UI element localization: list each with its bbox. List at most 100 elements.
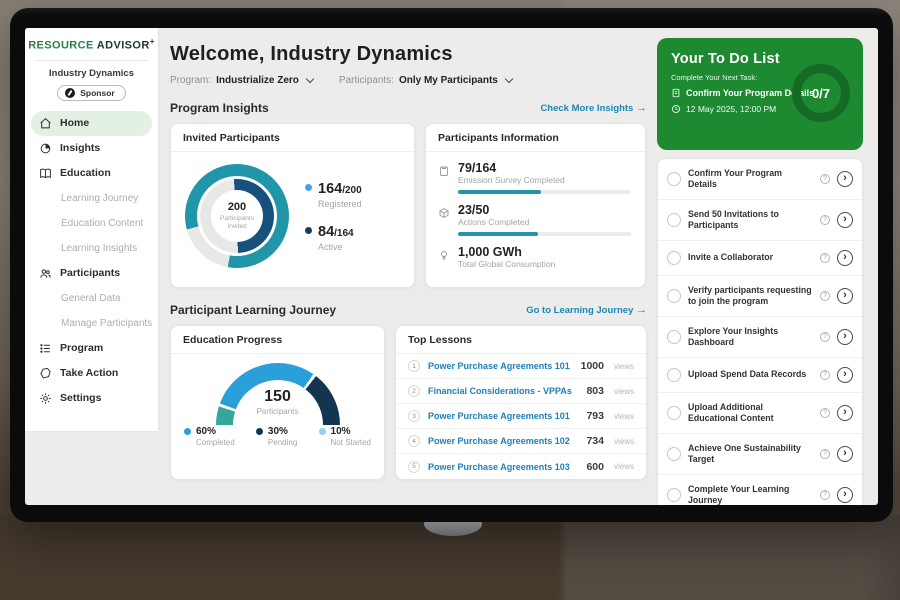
stat-label: Emission Survey Completed — [458, 175, 631, 185]
lesson-link[interactable]: Power Purchase Agreements 101 — [428, 361, 573, 371]
task-chevron-button[interactable] — [837, 171, 853, 187]
help-icon[interactable] — [820, 332, 830, 342]
lesson-link[interactable]: Power Purchase Agreements 101 — [428, 411, 578, 421]
sidebar-item-education[interactable]: Education — [25, 161, 158, 186]
task-row-complete-learning-journey[interactable]: Complete Your Learning Journey — [658, 475, 862, 505]
donut-center: 200 Participants Invited — [211, 190, 263, 242]
help-icon[interactable] — [820, 370, 830, 380]
sidebar-item-label: Home — [60, 117, 89, 129]
go-to-learning-journey-link[interactable]: Go to Learning Journey → — [526, 304, 647, 316]
task-checkbox[interactable] — [667, 289, 681, 303]
sidebar-item-insights[interactable]: Insights — [25, 136, 158, 161]
lesson-row: 2 Financial Considerations - VPPAs 803vi… — [396, 379, 646, 404]
task-chevron-button[interactable] — [837, 329, 853, 345]
sidebar-item-label: Education — [60, 167, 111, 179]
task-chevron-button[interactable] — [837, 288, 853, 304]
task-chevron-button[interactable] — [837, 487, 853, 503]
not-started-legend: 10% Not Started — [319, 426, 371, 447]
help-icon[interactable] — [820, 215, 830, 225]
task-row-explore-insights[interactable]: Explore Your Insights Dashboard — [658, 317, 862, 358]
task-row-invite-collaborator[interactable]: Invite a Collaborator — [658, 241, 862, 276]
task-row-verify-participants[interactable]: Verify participants requesting to join t… — [658, 276, 862, 317]
sidebar-item-label: Settings — [60, 392, 101, 404]
check-more-insights-link[interactable]: Check More Insights → — [540, 102, 647, 114]
stat-value: 79/164 — [458, 161, 631, 175]
task-row-confirm-program[interactable]: Confirm Your Program Details — [658, 159, 862, 200]
views-count: 1000 — [581, 360, 604, 372]
task-checkbox[interactable] — [667, 447, 681, 461]
registered-total: /200 — [342, 185, 361, 196]
sponsor-label: Sponsor — [80, 88, 114, 98]
participants-filter-label: Participants: — [339, 75, 394, 86]
task-checkbox[interactable] — [667, 213, 681, 227]
task-chevron-button[interactable] — [837, 212, 853, 228]
sidebar-item-learning-insights[interactable]: Learning Insights — [25, 236, 158, 261]
help-icon[interactable] — [820, 174, 830, 184]
sidebar-item-home[interactable]: Home — [31, 111, 152, 136]
link-label: Check More Insights — [540, 103, 633, 114]
filters-row: Program: Industrialize Zero Participants… — [170, 75, 647, 86]
sidebar-item-label: Take Action — [60, 367, 118, 379]
gear-icon — [39, 392, 52, 405]
task-chevron-button[interactable] — [837, 405, 853, 421]
help-icon[interactable] — [820, 291, 830, 301]
task-label: Verify participants requesting to join t… — [688, 285, 813, 307]
task-label: Upload Additional Educational Content — [688, 402, 813, 424]
task-checkbox[interactable] — [667, 251, 681, 265]
task-checkbox[interactable] — [667, 330, 681, 344]
task-checkbox[interactable] — [667, 406, 681, 420]
task-chevron-button[interactable] — [837, 367, 853, 383]
card-title: Participants Information — [426, 124, 645, 152]
task-row-send-invitations[interactable]: Send 50 Invitations to Participants — [658, 200, 862, 241]
help-icon[interactable] — [820, 408, 830, 418]
legend-label: Not Started — [331, 438, 371, 447]
task-row-upload-spend-data[interactable]: Upload Spend Data Records — [658, 358, 862, 393]
main-content: Welcome, Industry Dynamics Program: Indu… — [170, 28, 647, 480]
progress-track — [458, 232, 631, 236]
sidebar-item-learning-journey[interactable]: Learning Journey — [25, 186, 158, 211]
help-icon[interactable] — [820, 253, 830, 263]
sidebar-item-program[interactable]: Program — [25, 336, 158, 361]
active-legend: 84/164 Active — [305, 223, 362, 252]
sidebar-item-manage-participants[interactable]: Manage Participants — [25, 311, 158, 336]
program-filter[interactable]: Program: Industrialize Zero — [170, 75, 313, 86]
views-suffix: views — [614, 387, 634, 396]
legend-pct: 10% — [331, 426, 371, 437]
active-label: Active — [318, 242, 362, 252]
task-chevron-button[interactable] — [837, 446, 853, 462]
completed-legend: 60% Completed — [184, 426, 235, 447]
lesson-link[interactable]: Power Purchase Agreements 102 — [428, 436, 578, 446]
sidebar-item-education-content[interactable]: Education Content — [25, 211, 158, 236]
task-label: Complete Your Learning Journey — [688, 484, 813, 505]
sidebar-item-general-data[interactable]: General Data — [25, 286, 158, 311]
help-icon[interactable] — [820, 449, 830, 459]
sidebar-item-label: Participants — [60, 267, 120, 279]
rank-badge: 3 — [408, 410, 420, 422]
views-suffix: views — [614, 362, 634, 371]
sidebar-item-take-action[interactable]: Take Action — [25, 361, 158, 386]
lesson-link[interactable]: Power Purchase Agreements 103 — [428, 462, 578, 472]
sidebar-item-label: Manage Participants — [61, 318, 152, 329]
arrow-right-icon: → — [636, 304, 647, 316]
progress-fill — [458, 232, 538, 236]
task-checkbox[interactable] — [667, 488, 681, 502]
registered-dot — [305, 184, 312, 191]
task-row-upload-educational-content[interactable]: Upload Additional Educational Content — [658, 393, 862, 434]
rank-badge: 5 — [408, 461, 420, 473]
invited-total-label: Participants Invited — [211, 215, 263, 231]
sponsor-icon — [65, 88, 75, 98]
doc-icon — [671, 88, 681, 98]
sponsor-badge[interactable]: Sponsor — [57, 85, 125, 101]
participants-filter[interactable]: Participants: Only My Participants — [339, 75, 512, 86]
sidebar-item-participants[interactable]: Participants — [25, 261, 158, 286]
lesson-row: 5 Power Purchase Agreements 103 600views — [396, 454, 646, 479]
task-checkbox[interactable] — [667, 368, 681, 382]
task-chevron-button[interactable] — [837, 250, 853, 266]
sidebar-item-settings[interactable]: Settings — [25, 386, 158, 411]
program-filter-value: Industrialize Zero — [216, 75, 299, 86]
lesson-link[interactable]: Financial Considerations - VPPAs — [428, 386, 578, 396]
task-checkbox[interactable] — [667, 172, 681, 186]
task-row-achieve-target[interactable]: Achieve One Sustainability Target — [658, 434, 862, 475]
help-icon[interactable] — [820, 490, 830, 500]
participants-information-body: 79/164 Emission Survey Completed 23/50 A… — [426, 152, 645, 269]
